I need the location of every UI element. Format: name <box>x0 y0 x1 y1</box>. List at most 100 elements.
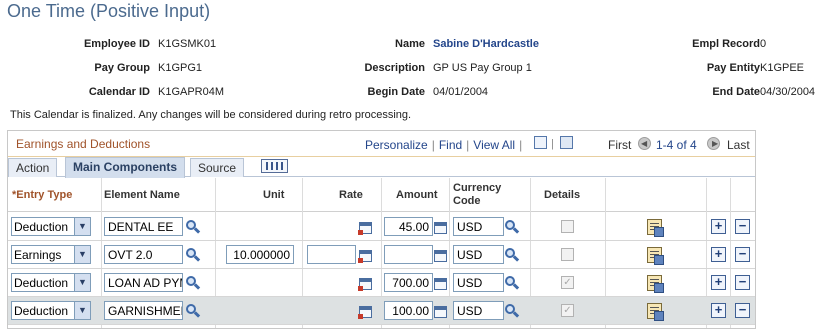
entry-type-select[interactable]: Earnings ▼ <box>11 245 91 264</box>
col-entry-type: *Entry Type <box>12 189 73 201</box>
add-row-icon[interactable]: + <box>711 303 726 318</box>
paging-first[interactable]: First <box>608 138 631 152</box>
magnifier-icon[interactable] <box>186 276 201 290</box>
chevron-down-icon[interactable]: ▼ <box>74 274 90 291</box>
calendar-id-label: Calendar ID <box>88 86 150 98</box>
amount-field[interactable] <box>384 245 433 264</box>
details-checkbox[interactable] <box>561 248 574 261</box>
currency-field[interactable]: USD <box>453 273 504 292</box>
magnifier-icon[interactable] <box>505 248 520 262</box>
nav-separator: | <box>519 138 523 152</box>
magnifier-icon[interactable] <box>186 220 201 234</box>
employee-id-value: K1GSMK01 <box>158 38 217 50</box>
col-details: Details <box>544 189 581 201</box>
magnifier-icon[interactable] <box>505 276 520 290</box>
calculator-icon[interactable] <box>358 306 372 319</box>
magnifier-icon[interactable] <box>186 248 201 262</box>
previous-arrow-icon[interactable]: ◀ <box>638 137 651 150</box>
calculator-icon[interactable] <box>434 278 447 290</box>
nav-separator: | <box>431 138 435 152</box>
tab-main-components[interactable]: Main Components <box>65 157 185 178</box>
show-all-columns-icon[interactable] <box>261 159 288 173</box>
details-checkbox[interactable]: ✓ <box>561 304 574 317</box>
currency-field[interactable]: USD <box>453 217 504 236</box>
unit-field[interactable]: 10.000000 <box>226 245 294 264</box>
details-icon[interactable] <box>647 219 664 237</box>
pay-group-value: K1GPG1 <box>158 62 203 74</box>
calculator-icon[interactable] <box>358 250 372 263</box>
delete-row-icon[interactable]: − <box>735 275 750 290</box>
currency-field[interactable]: USD <box>453 301 504 320</box>
delete-row-icon[interactable]: − <box>735 219 750 234</box>
personalize-link[interactable]: Personalize <box>365 138 428 152</box>
table-row: Earnings ▼ OVT 2.0 10.000000 USD + − <box>8 241 755 269</box>
col-currency: Currency <box>453 182 502 194</box>
delete-row-icon[interactable]: − <box>735 303 750 318</box>
download-grid-icon[interactable] <box>560 136 573 149</box>
currency-field[interactable]: USD <box>453 245 504 264</box>
element-name-field[interactable]: DENTAL EE <box>104 217 183 236</box>
magnifier-icon[interactable] <box>186 304 201 318</box>
finalized-notice: This Calendar is finalized. Any changes … <box>10 109 412 121</box>
amount-field[interactable]: 45.00 <box>384 217 433 236</box>
element-name-field[interactable]: LOAN AD PYM <box>104 273 183 292</box>
pay-entity-value: K1GPEE <box>760 62 805 74</box>
grid-title: Earnings and Deductions <box>16 137 151 151</box>
empl-record-label: Empl Record <box>692 38 760 50</box>
paging-last[interactable]: Last <box>727 138 750 152</box>
details-checkbox[interactable]: ✓ <box>561 276 574 289</box>
calendar-id-value: K1GAPR04M <box>158 86 225 98</box>
calculator-icon[interactable] <box>358 278 372 291</box>
zoom-grid-icon[interactable] <box>534 136 547 149</box>
grid-header: Earnings and Deductions Personalize | Find… <box>8 131 755 157</box>
add-row-icon[interactable]: + <box>711 275 726 290</box>
magnifier-icon[interactable] <box>505 304 520 318</box>
entry-type-select[interactable]: Deduction ▼ <box>11 301 91 320</box>
add-row-icon[interactable]: + <box>711 219 726 234</box>
col-element-name: Element Name <box>104 189 180 201</box>
details-checkbox[interactable] <box>561 220 574 233</box>
chevron-down-icon[interactable]: ▼ <box>74 246 90 263</box>
end-date-value: 04/30/2004 <box>760 86 816 98</box>
col-amount: Amount <box>396 189 438 201</box>
element-name-field[interactable]: OVT 2.0 <box>104 245 183 264</box>
delete-row-icon[interactable]: − <box>735 247 750 262</box>
details-icon[interactable] <box>647 247 664 265</box>
tab-source[interactable]: Source <box>190 158 245 177</box>
details-icon[interactable] <box>647 275 664 293</box>
earnings-deductions-grid: Earnings and Deductions Personalize | Find… <box>7 130 756 329</box>
find-link[interactable]: Find <box>439 138 462 152</box>
pay-group-label: Pay Group <box>94 62 150 74</box>
amount-field[interactable]: 100.00 <box>384 301 433 320</box>
amount-field[interactable]: 700.00 <box>384 273 433 292</box>
calculator-icon[interactable] <box>434 306 447 318</box>
nav-separator: | <box>551 138 554 150</box>
calculator-icon[interactable] <box>434 222 447 234</box>
empl-record-value: 0 <box>760 38 767 50</box>
chevron-down-icon[interactable]: ▼ <box>74 302 90 319</box>
next-arrow-icon[interactable]: ▶ <box>707 137 720 150</box>
name-value[interactable]: Sabine D'Hardcastle <box>433 38 539 50</box>
rate-field[interactable] <box>307 245 356 264</box>
col-currency-code: Code <box>453 195 481 207</box>
view-all-link[interactable]: View All <box>473 138 515 152</box>
details-icon[interactable] <box>647 303 664 321</box>
calculator-icon[interactable] <box>434 250 447 262</box>
employee-id-label: Employee ID <box>83 38 150 50</box>
description-value: GP US Pay Group 1 <box>433 62 532 74</box>
chevron-down-icon[interactable]: ▼ <box>74 218 90 235</box>
tab-action[interactable]: Action <box>8 158 58 177</box>
description-label: Description <box>364 62 425 74</box>
element-name-field[interactable]: GARNISHMEN <box>104 301 183 320</box>
entry-type-value: Deduction <box>14 220 69 234</box>
nav-separator: | <box>466 138 470 152</box>
pay-entity-label: Pay Entity <box>706 62 760 74</box>
name-label: Name <box>395 38 425 50</box>
entry-type-select[interactable]: Deduction ▼ <box>11 273 91 292</box>
add-row-icon[interactable]: + <box>711 247 726 262</box>
grid-tabs: Action Main Components Source <box>8 157 755 178</box>
calculator-icon[interactable] <box>358 222 372 235</box>
page-title: One Time (Positive Input) <box>7 1 211 21</box>
entry-type-select[interactable]: Deduction ▼ <box>11 217 91 236</box>
magnifier-icon[interactable] <box>505 220 520 234</box>
